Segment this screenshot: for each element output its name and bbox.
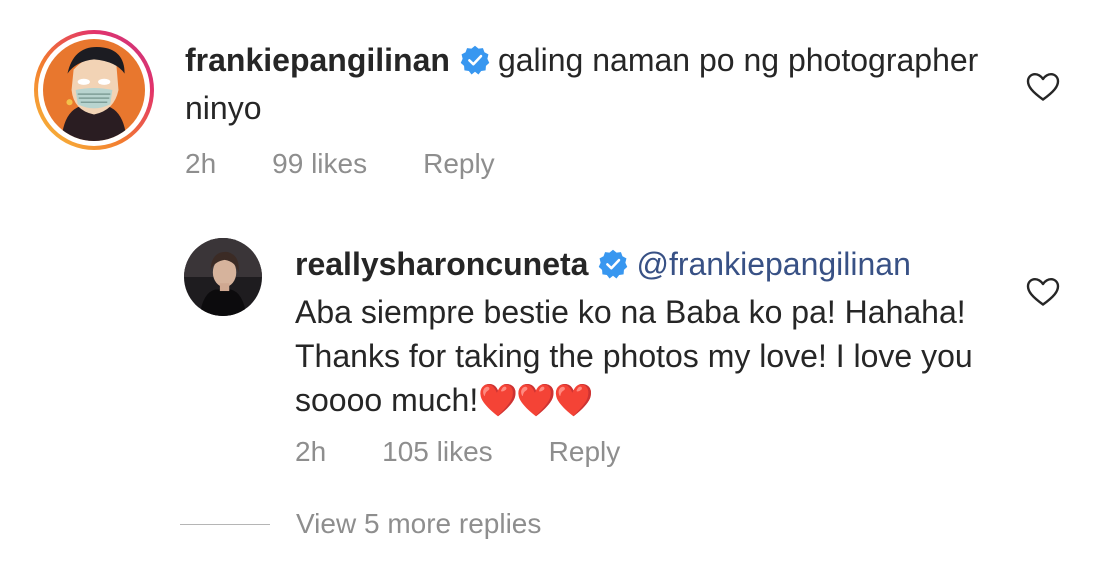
- comment-body: Aba siempre bestie ko na Baba ko pa! Hah…: [295, 294, 973, 418]
- comment-likes[interactable]: 99 likes: [272, 148, 367, 180]
- verified-badge-icon: [598, 246, 628, 290]
- comment: frankiepangilinan galing naman po ng phot…: [34, 30, 1034, 180]
- reply-comment: reallysharoncuneta @frankiepangilinan Aba …: [184, 238, 1034, 468]
- username[interactable]: reallysharoncuneta: [295, 246, 588, 282]
- reply-button[interactable]: Reply: [423, 148, 495, 180]
- reply-button[interactable]: Reply: [549, 436, 621, 468]
- comment-likes[interactable]: 105 likes: [382, 436, 493, 468]
- avatar-story-ring[interactable]: [34, 30, 154, 150]
- divider-line: [180, 523, 270, 525]
- username[interactable]: frankiepangilinan: [185, 42, 450, 78]
- comment-text: reallysharoncuneta @frankiepangilinan Aba …: [295, 242, 1034, 422]
- view-more-replies-button[interactable]: View 5 more replies: [180, 508, 541, 540]
- avatar[interactable]: [184, 238, 262, 316]
- comment-meta: 2h 99 likes Reply: [185, 148, 1034, 180]
- comment-time: 2h: [295, 436, 327, 467]
- avatar: [43, 39, 145, 141]
- verified-badge-icon: [460, 42, 490, 86]
- view-more-replies-label[interactable]: View 5 more replies: [296, 508, 541, 540]
- mention-link[interactable]: @frankiepangilinan: [636, 246, 910, 282]
- comment-time: 2h: [185, 148, 217, 179]
- heart-outline-icon[interactable]: [1026, 277, 1060, 307]
- comment-meta: 2h 105 likes Reply: [295, 436, 1034, 468]
- heart-outline-icon[interactable]: [1026, 72, 1060, 102]
- heart-emoji: ❤️❤️❤️: [478, 382, 594, 418]
- comment-text: frankiepangilinan galing naman po ng phot…: [185, 38, 1034, 130]
